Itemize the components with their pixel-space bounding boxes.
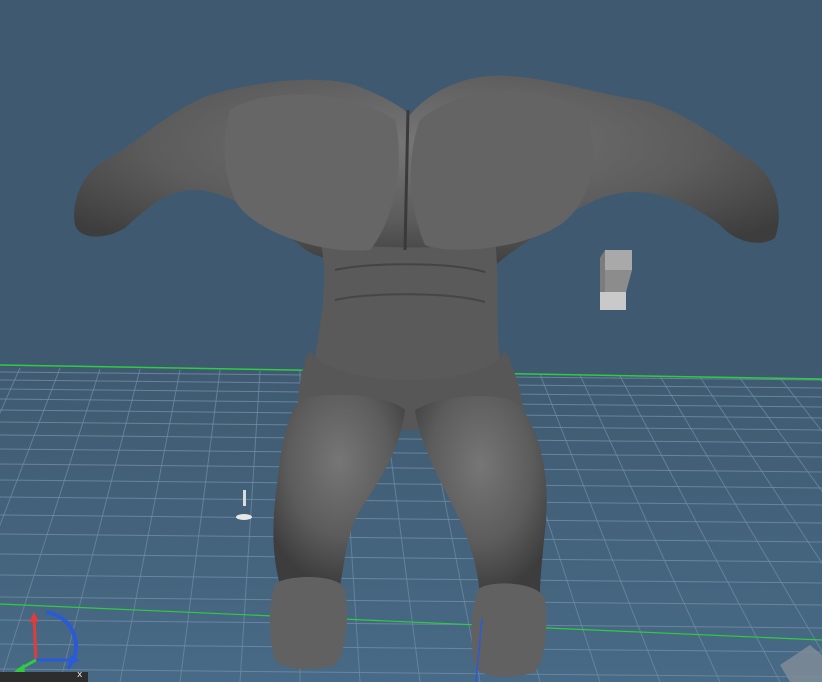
3d-viewport[interactable]: x: [0, 0, 822, 682]
small-cube[interactable]: [600, 250, 632, 310]
gizmo-corner-label: x: [77, 670, 83, 680]
viewport-canvas[interactable]: [0, 0, 822, 682]
